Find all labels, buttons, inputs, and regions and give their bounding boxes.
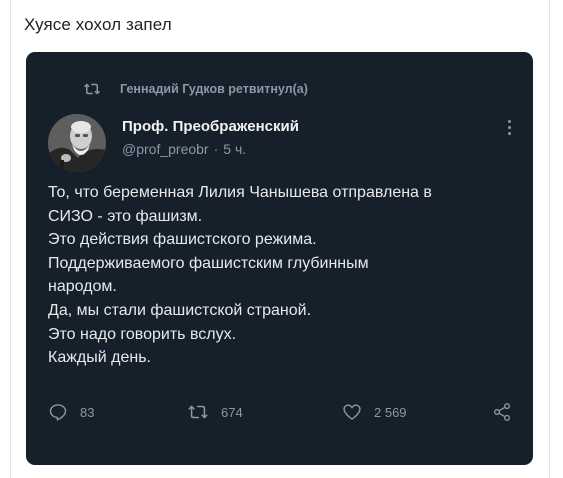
avatar-portrait (48, 114, 106, 172)
retweeted-by-label[interactable]: Геннадий Гудков ретвитнул(а) (120, 82, 308, 96)
share-icon (494, 403, 510, 421)
retweet-context[interactable]: Геннадий Гудков ретвитнул(а) (83, 80, 308, 98)
like-button[interactable]: 2 569 (342, 400, 407, 424)
like-count: 2 569 (374, 404, 407, 420)
tweet-text-line: Это действия фашистского режима. (48, 231, 317, 249)
tweet-text: То, что беременная Лилия Чанышева отправ… (48, 181, 518, 370)
reply-icon (49, 404, 67, 421)
more-dot (507, 119, 511, 123)
heart-icon (343, 404, 361, 420)
share-button[interactable] (491, 400, 513, 424)
avatar[interactable] (48, 114, 106, 172)
more-icon[interactable] (502, 116, 516, 138)
retweet-icon (188, 405, 208, 419)
tweet-text-line: СИЗО - это фашизм. (48, 207, 203, 225)
retweet-count: 674 (221, 404, 243, 420)
reply-count: 83 (80, 404, 95, 420)
author-meta: @prof_preobr · 5 ч. (122, 141, 246, 157)
tweet-text-line: Да, мы стали фашистской страной. (48, 301, 312, 319)
tweet-text-line: Это надо говорить вслух. (48, 325, 237, 343)
retweet-button[interactable]: 674 (187, 400, 243, 424)
tweet-timestamp[interactable]: 5 ч. (223, 141, 246, 157)
tweet-text-line: То, что беременная Лилия Чанышева отправ… (48, 184, 432, 201)
post-caption: Хуясе хохол запел (24, 15, 172, 34)
tweet-text-line: Каждый день. (48, 349, 151, 367)
more-dot (507, 131, 511, 135)
tweet-card[interactable]: Геннадий Гудков ретвитнул(а) Проф. Преоб… (26, 52, 533, 465)
author-name[interactable]: Проф. Преображенский (122, 118, 299, 135)
tweet-text-line: Поддерживаемого фашистским глубинным (48, 254, 369, 272)
tweet-text-line: народом. (48, 278, 117, 296)
retweet-icon (83, 83, 101, 95)
meta-separator: · (213, 141, 219, 157)
more-dot (507, 125, 511, 129)
author-handle[interactable]: @prof_preobr (122, 141, 209, 157)
action-bar: 83 674 2 569 (48, 400, 518, 424)
reply-button[interactable]: 83 (48, 400, 94, 424)
